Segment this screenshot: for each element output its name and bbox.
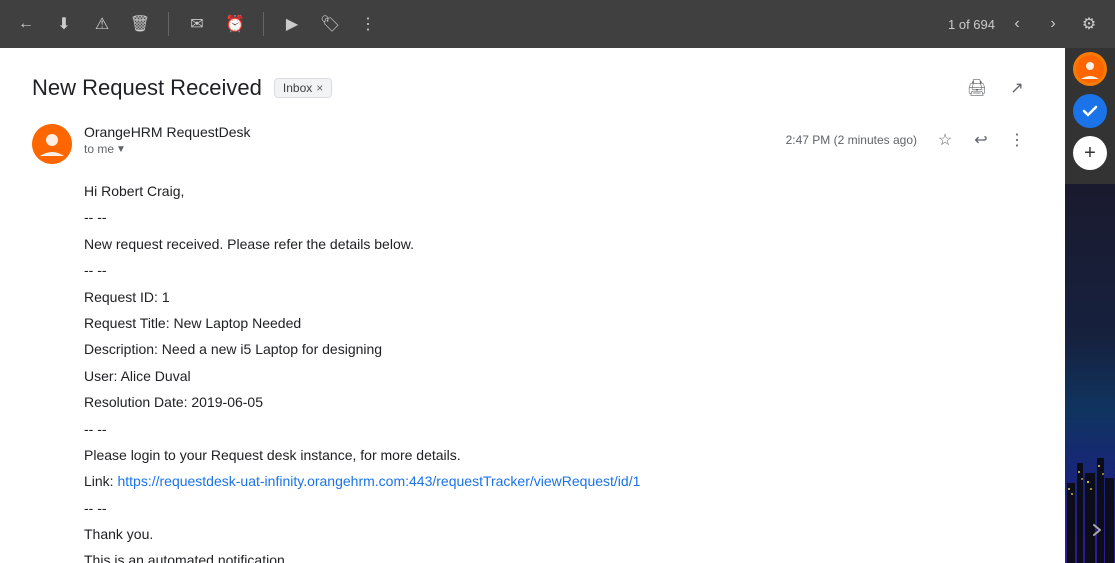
body-line-10: -- -- (84, 418, 1033, 440)
email-subject-bar: New Request Received Inbox × 🖨 ↗ (32, 72, 1033, 104)
body-line-3: New request received. Please refer the d… (84, 233, 1033, 255)
email-view: New Request Received Inbox × 🖨 ↗ (0, 48, 1065, 563)
sender-info: OrangeHRM RequestDesk to me ▼ (84, 124, 251, 156)
orangehrm-sidebar-icon[interactable] (1073, 52, 1107, 86)
body-line-5: Request ID: 1 (84, 286, 1033, 308)
body-line-6: Request Title: New Laptop Needed (84, 312, 1033, 334)
body-line-2: -- -- (84, 206, 1033, 228)
avatar-image (32, 124, 72, 164)
back-button[interactable]: ← (12, 10, 40, 38)
settings-button[interactable]: ⚙ (1075, 10, 1103, 38)
sender-actions: 2:47 PM (2 minutes ago) ☆ ↩ ⋮ (786, 124, 1033, 156)
add-sidebar-button[interactable]: + (1073, 136, 1107, 170)
to-chevron-icon: ▼ (116, 144, 126, 155)
email-subject-left: New Request Received Inbox × (32, 75, 332, 101)
more-email-options-button[interactable]: ⋮ (1001, 124, 1033, 156)
body-line-13: -- -- (84, 497, 1033, 519)
body-line-15: This is an automated notification. (84, 549, 1033, 563)
sender-row: OrangeHRM RequestDesk to me ▼ 2:47 PM (2… (32, 124, 1033, 164)
reply-quick-button[interactable]: ↩ (965, 124, 997, 156)
spam-button[interactable]: ⚠ (88, 10, 116, 38)
star-button[interactable]: ☆ (929, 124, 961, 156)
body-line-12: Link: https://requestdesk-uat-infinity.o… (84, 470, 1033, 492)
toolbar-right: 1 of 694 ‹ › ⚙ (948, 10, 1103, 38)
email-subject-actions: 🖨 ↗ (961, 72, 1033, 104)
right-sidebar: 31 + (1065, 0, 1115, 563)
more-toolbar-button[interactable]: ⋮ (354, 10, 382, 38)
toolbar-left: ← ⬇ ⚠ 🗑 ✉ ⏰ ▶ 🏷 ⋮ (12, 10, 948, 38)
inbox-label: Inbox (283, 81, 312, 95)
body-line-7: Description: Need a new i5 Laptop for de… (84, 338, 1033, 360)
print-button[interactable]: 🖨 (961, 72, 993, 104)
body-line-9: Resolution Date: 2019-06-05 (84, 391, 1033, 413)
counter-number: 1 (948, 17, 955, 32)
body-line-1: Hi Robert Craig, (84, 180, 1033, 202)
divider2 (263, 12, 264, 36)
body-line-4: -- -- (84, 259, 1033, 281)
open-in-new-button[interactable]: ↗ (1001, 72, 1033, 104)
request-link[interactable]: https://requestdesk-uat-infinity.orangeh… (117, 473, 640, 489)
email-body: Hi Robert Craig, -- -- New request recei… (32, 180, 1033, 563)
sidebar-expand-button[interactable] (1087, 520, 1107, 543)
to-label: to me (84, 142, 114, 156)
avatar (32, 124, 72, 164)
email-subject-title: New Request Received (32, 75, 262, 101)
email-button[interactable]: ✉ (183, 10, 211, 38)
tag-button[interactable]: 🏷 (316, 10, 344, 38)
video-button[interactable]: ▶ (278, 10, 306, 38)
tasks-sidebar-icon[interactable] (1073, 94, 1107, 128)
body-line-14: Thank you. (84, 523, 1033, 545)
clock-button[interactable]: ⏰ (221, 10, 249, 38)
inbox-remove-button[interactable]: × (316, 81, 323, 95)
counter-text: 1 of 694 (948, 17, 995, 32)
archive-button[interactable]: ⬇ (50, 10, 78, 38)
delete-button[interactable]: 🗑 (126, 10, 154, 38)
inbox-badge: Inbox × (274, 78, 332, 98)
counter-total: of 694 (959, 17, 995, 32)
sender-left: OrangeHRM RequestDesk to me ▼ (32, 124, 251, 164)
sender-to[interactable]: to me ▼ (84, 142, 251, 156)
toolbar: ← ⬇ ⚠ 🗑 ✉ ⏰ ▶ 🏷 ⋮ 1 of 694 ‹ › ⚙ (0, 0, 1115, 48)
email-time: 2:47 PM (2 minutes ago) (786, 133, 917, 147)
body-line-8: User: Alice Duval (84, 365, 1033, 387)
next-email-button[interactable]: › (1039, 10, 1067, 38)
prev-email-button[interactable]: ‹ (1003, 10, 1031, 38)
sender-name: OrangeHRM RequestDesk (84, 124, 251, 140)
body-line-11: Please login to your Request desk instan… (84, 444, 1033, 466)
divider (168, 12, 169, 36)
